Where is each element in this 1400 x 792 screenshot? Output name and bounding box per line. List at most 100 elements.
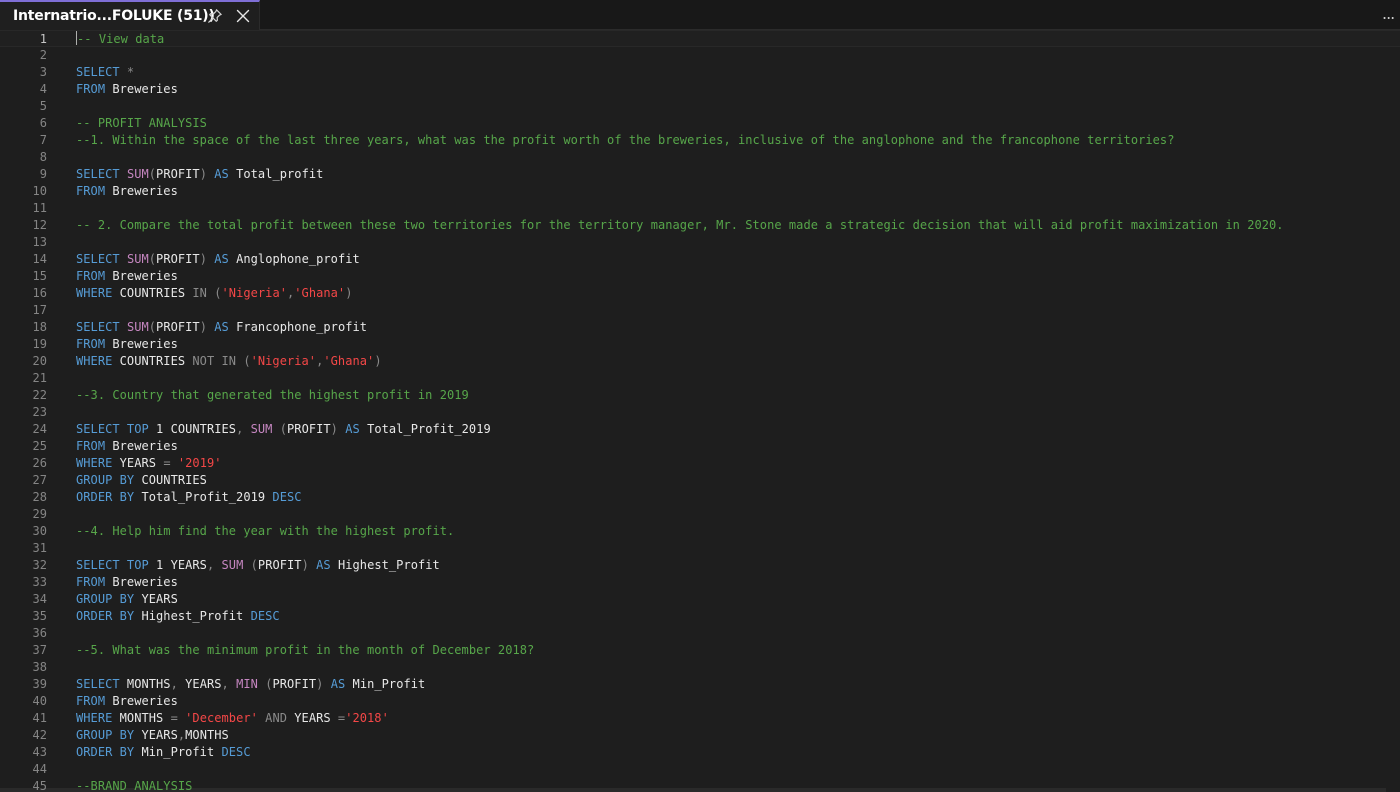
code-token: FROM — [76, 337, 106, 351]
code-token: , — [170, 677, 186, 691]
code-line[interactable]: 26 WHERE YEARS = '2019' — [0, 455, 1400, 472]
code-line[interactable]: 37 --5. What was the minimum profit in th… — [0, 642, 1400, 659]
line-code: SELECT SUM(PROFIT) AS Anglophone_profit — [76, 251, 360, 268]
line-number: 18 — [32, 320, 47, 334]
code-token: YEARS — [185, 677, 222, 691]
code-line[interactable]: 3 SELECT * — [0, 64, 1400, 81]
code-token: SUM — [126, 252, 149, 266]
code-line[interactable]: 41 WHERE MONTHS = 'December' AND YEARS ='… — [0, 710, 1400, 727]
code-line[interactable]: 5 — [0, 98, 1400, 115]
code-line[interactable]: 18 SELECT SUM(PROFIT) AS Francophone_prof… — [0, 319, 1400, 336]
code-line[interactable]: 7 --1. Within the space of the last three… — [0, 132, 1400, 149]
code-line[interactable]: 39 SELECT MONTHS, YEARS, MIN (PROFIT) AS … — [0, 676, 1400, 693]
code-line[interactable]: 45 --BRAND ANALYSIS — [0, 778, 1400, 792]
code-token: ( — [272, 422, 288, 436]
line-code: FROM Breweries — [76, 268, 178, 285]
code-token: ) — [301, 558, 317, 572]
code-line[interactable]: 38 — [0, 659, 1400, 676]
code-token: FROM — [76, 694, 106, 708]
code-line[interactable]: 11 — [0, 200, 1400, 217]
code-line[interactable]: 9 SELECT SUM(PROFIT) AS Total_profit — [0, 166, 1400, 183]
code-line[interactable]: 6 -- PROFIT ANALYSIS — [0, 115, 1400, 132]
tab-title[interactable]: Internatrio...FOLUKE (51)) — [13, 8, 215, 24]
line-number: 26 — [32, 456, 47, 470]
code-line[interactable]: 1 -- View data — [0, 30, 1400, 47]
line-code: SELECT TOP 1 COUNTRIES, SUM (PROFIT) AS … — [76, 421, 491, 438]
line-code: --5. What was the minimum profit in the … — [76, 642, 534, 659]
code-line[interactable]: 22 --3. Country that generated the highes… — [0, 387, 1400, 404]
code-token: ( — [148, 252, 157, 266]
code-line[interactable]: 20 WHERE COUNTRIES NOT IN ('Nigeria','Gha… — [0, 353, 1400, 370]
code-token: --5. What was the minimum profit in the … — [76, 643, 535, 657]
code-token: WHERE — [76, 711, 113, 725]
code-line[interactable]: 30 --4. Help him find the year with the h… — [0, 523, 1400, 540]
line-number: 41 — [32, 711, 47, 725]
code-line[interactable]: 35 ORDER BY Highest_Profit DESC — [0, 608, 1400, 625]
close-icon[interactable] — [236, 9, 250, 23]
line-number: 27 — [32, 473, 47, 487]
code-token: DESC — [250, 609, 280, 623]
code-line[interactable]: 23 — [0, 404, 1400, 421]
code-line[interactable]: 33 FROM Breweries — [0, 574, 1400, 591]
line-number: 31 — [32, 541, 47, 555]
code-token: SUM — [250, 422, 273, 436]
code-token: PROFIT — [156, 167, 200, 181]
code-line[interactable]: 10 FROM Breweries — [0, 183, 1400, 200]
line-code: FROM Breweries — [76, 693, 178, 710]
line-number: 4 — [39, 82, 47, 96]
code-line[interactable]: 44 — [0, 761, 1400, 778]
code-token: Anglophone_profit — [228, 252, 360, 266]
line-number: 13 — [32, 235, 47, 249]
code-line[interactable]: 8 — [0, 149, 1400, 166]
code-line[interactable]: 14 SELECT SUM(PROFIT) AS Anglophone_profi… — [0, 251, 1400, 268]
code-line[interactable]: 34 GROUP BY YEARS — [0, 591, 1400, 608]
code-token: ) — [199, 320, 215, 334]
code-token: YEARS — [134, 592, 178, 606]
code-line[interactable]: 43 ORDER BY Min_Profit DESC — [0, 744, 1400, 761]
code-token: ( — [243, 558, 258, 572]
code-line[interactable]: 40 FROM Breweries — [0, 693, 1400, 710]
code-line[interactable]: 19 FROM Breweries — [0, 336, 1400, 353]
code-token: COUNTRIES — [112, 286, 193, 300]
code-line[interactable]: 16 WHERE COUNTRIES IN ('Nigeria','Ghana') — [0, 285, 1400, 302]
code-token: Breweries — [105, 694, 178, 708]
code-editor[interactable]: 1 -- View data 2 3 SELECT * 4 FROM Breweries 5 6… — [0, 30, 1400, 792]
line-code: SELECT TOP 1 YEARS, SUM (PROFIT) AS High… — [76, 557, 440, 574]
more-actions-icon[interactable]: ... — [1382, 4, 1400, 24]
line-code: --1. Within the space of the last three … — [76, 132, 1174, 149]
code-token: AND — [257, 711, 295, 725]
code-token: MONTHS — [119, 677, 171, 691]
code-line[interactable]: 29 — [0, 506, 1400, 523]
code-token: Highest_Profit — [134, 609, 251, 623]
code-line[interactable]: 2 — [0, 47, 1400, 64]
code-token: COUNTRIES — [134, 473, 207, 487]
code-line[interactable]: 31 — [0, 540, 1400, 557]
code-token: -- View data — [77, 32, 165, 46]
code-token: AS — [330, 677, 346, 691]
editor-tab[interactable]: Internatrio...FOLUKE (51)) — [0, 0, 260, 30]
code-line[interactable]: 15 FROM Breweries — [0, 268, 1400, 285]
code-line[interactable]: 27 GROUP BY COUNTRIES — [0, 472, 1400, 489]
line-number: 22 — [32, 388, 47, 402]
pin-icon[interactable] — [207, 8, 223, 24]
code-line[interactable]: 4 FROM Breweries — [0, 81, 1400, 98]
code-token: AS — [214, 167, 229, 181]
line-number: 6 — [39, 116, 47, 130]
code-line[interactable]: 12 -- 2. Compare the total profit between… — [0, 217, 1400, 234]
code-line[interactable]: 17 — [0, 302, 1400, 319]
code-token: SELECT — [76, 65, 120, 79]
code-token: Min_Profit — [345, 677, 426, 691]
code-line[interactable]: 42 GROUP BY YEARS,MONTHS — [0, 727, 1400, 744]
code-token: 'Ghana' — [323, 354, 375, 368]
code-token: FROM — [76, 575, 106, 589]
code-line[interactable]: 32 SELECT TOP 1 YEARS, SUM (PROFIT) AS Hi… — [0, 557, 1400, 574]
line-number: 19 — [32, 337, 47, 351]
code-line[interactable]: 28 ORDER BY Total_Profit_2019 DESC — [0, 489, 1400, 506]
line-number: 30 — [32, 524, 47, 538]
code-line[interactable]: 13 — [0, 234, 1400, 251]
code-line[interactable]: 25 FROM Breweries — [0, 438, 1400, 455]
code-line[interactable]: 21 — [0, 370, 1400, 387]
code-line[interactable]: 36 — [0, 625, 1400, 642]
code-line[interactable]: 24 SELECT TOP 1 COUNTRIES, SUM (PROFIT) A… — [0, 421, 1400, 438]
code-token: GROUP BY — [76, 728, 135, 742]
